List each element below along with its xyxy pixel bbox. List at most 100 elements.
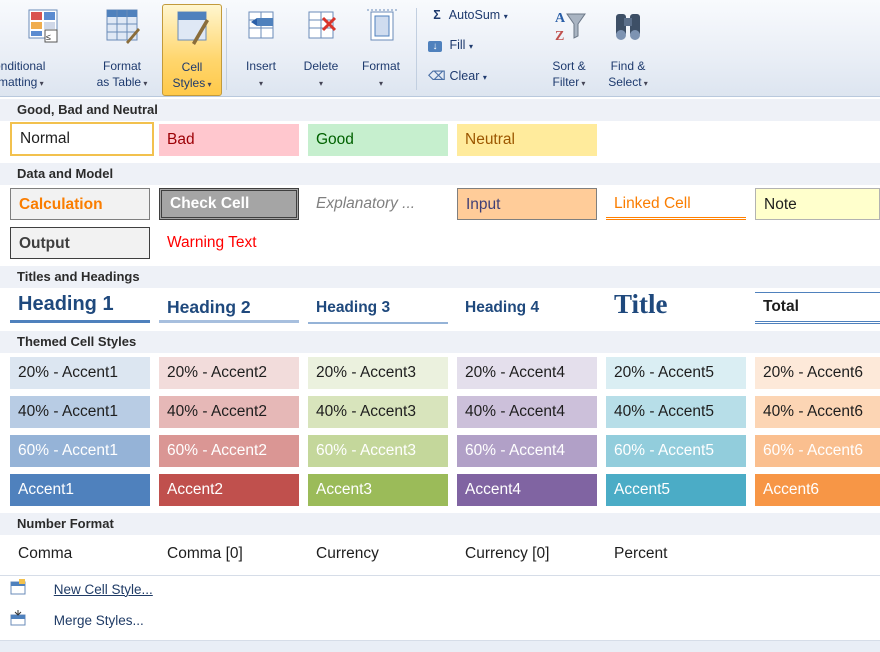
svg-text:≤: ≤ — [46, 32, 51, 42]
find-select-button[interactable]: Find & Select ▾ — [600, 4, 656, 94]
style-60-accent4[interactable]: 60% - Accent4 — [457, 435, 597, 467]
new-cell-style-icon — [10, 579, 26, 595]
merge-styles-label: Merge Styles... — [53, 612, 144, 628]
fill-button[interactable]: ↓ Fill ▾ — [428, 38, 473, 62]
ribbon-separator — [416, 8, 417, 90]
clear-button[interactable]: ⌫ Clear ▾ — [428, 68, 487, 92]
chevron-down-icon: ▾ — [378, 79, 383, 88]
chevron-down-icon: ▾ — [503, 12, 508, 21]
style-60-accent1[interactable]: 60% - Accent1 — [10, 435, 150, 467]
chevron-down-icon: ▾ — [141, 79, 148, 88]
section-header-themed-cell-styles: Themed Cell Styles — [0, 331, 880, 353]
style-accent6[interactable]: Accent6 — [755, 474, 880, 506]
style-calculation[interactable]: Calculation — [10, 188, 150, 220]
style-60-accent2[interactable]: 60% - Accent2 — [159, 435, 299, 467]
new-cell-style-menu-item[interactable]: New Cell Style... — [10, 579, 153, 607]
insert-cells-icon — [248, 11, 274, 39]
style-input[interactable]: Input — [457, 188, 597, 220]
style-bad[interactable]: Bad — [159, 124, 299, 156]
home-ribbon-styles-cells-editing: ≤ onditional rmatting ▾ Format as Table … — [0, 0, 880, 97]
svg-text:A: A — [555, 11, 566, 26]
style-accent4[interactable]: Accent4 — [457, 474, 597, 506]
style-heading-2[interactable]: Heading 2 — [159, 291, 299, 323]
sort-filter-icon: A Z — [555, 11, 586, 44]
style-comma[interactable]: Comma — [10, 538, 150, 570]
delete-cells-button[interactable]: Delete ▾ — [292, 4, 350, 94]
conditional-formatting-button[interactable]: ≤ onditional rmatting ▾ — [0, 4, 84, 94]
style-40-accent4[interactable]: 40% - Accent4 — [457, 396, 597, 428]
cell-styles-button[interactable]: Cell Styles ▾ — [162, 4, 222, 96]
style-60-accent6[interactable]: 60% - Accent6 — [755, 435, 880, 467]
section-header-number-format: Number Format — [0, 513, 880, 535]
style-normal[interactable]: Normal — [10, 122, 154, 156]
style-40-accent2[interactable]: 40% - Accent2 — [159, 396, 299, 428]
style-currency-0[interactable]: Currency [0] — [457, 538, 597, 570]
conditional-formatting-icon: ≤ — [28, 9, 58, 43]
style-60-accent5[interactable]: 60% - Accent5 — [606, 435, 746, 467]
chevron-down-icon: ▾ — [318, 79, 323, 88]
style-20-accent4[interactable]: 20% - Accent4 — [457, 357, 597, 389]
format-as-table-icon — [106, 9, 140, 44]
style-note[interactable]: Note — [755, 188, 880, 220]
style-heading-1[interactable]: Heading 1 — [10, 289, 150, 323]
gallery-bottom-edge — [0, 640, 880, 652]
style-total[interactable]: Total — [755, 292, 880, 324]
style-20-accent3[interactable]: 20% - Accent3 — [308, 357, 448, 389]
autosum-button[interactable]: Σ AutoSum ▾ — [428, 8, 508, 32]
section-header-data-model: Data and Model — [0, 163, 880, 185]
merge-styles-menu-item[interactable]: Merge Styles... — [10, 610, 144, 638]
fill-label: Fill — [449, 38, 466, 52]
style-heading-3[interactable]: Heading 3 — [308, 292, 448, 324]
style-20-accent6[interactable]: 20% - Accent6 — [755, 357, 880, 389]
style-title[interactable]: Title — [606, 286, 746, 322]
style-40-accent3[interactable]: 40% - Accent3 — [308, 396, 448, 428]
section-header-good-bad-neutral: Good, Bad and Neutral — [0, 99, 880, 121]
style-check-cell[interactable]: Check Cell — [159, 188, 299, 220]
ribbon-separator — [226, 8, 227, 90]
eraser-icon: ⌫ — [428, 69, 446, 83]
format-as-table-label: Format as Table — [96, 59, 142, 89]
style-20-accent2[interactable]: 20% - Accent2 — [159, 357, 299, 389]
style-warning-text[interactable]: Warning Text — [159, 227, 299, 259]
format-label: Format — [361, 59, 400, 73]
format-cells-icon — [367, 9, 397, 41]
style-40-accent6[interactable]: 40% - Accent6 — [755, 396, 880, 428]
insert-label: Insert — [245, 59, 276, 73]
sigma-icon: Σ — [433, 8, 441, 22]
style-currency[interactable]: Currency — [308, 538, 448, 570]
style-20-accent1[interactable]: 20% - Accent1 — [10, 357, 150, 389]
style-40-accent5[interactable]: 40% - Accent5 — [606, 396, 746, 428]
style-linked-cell[interactable]: Linked Cell — [606, 188, 746, 220]
chevron-down-icon: ▾ — [258, 79, 263, 88]
autosum-label: AutoSum — [448, 8, 501, 22]
clear-label: Clear — [449, 69, 480, 83]
cell-styles-icon — [177, 11, 209, 45]
style-heading-4[interactable]: Heading 4 — [457, 292, 597, 324]
chevron-down-icon: ▾ — [641, 79, 648, 88]
footer-divider — [0, 575, 880, 576]
style-explanatory[interactable]: Explanatory ... — [308, 188, 448, 220]
delete-cells-icon — [308, 11, 337, 39]
style-accent5[interactable]: Accent5 — [606, 474, 746, 506]
format-as-table-button[interactable]: Format as Table ▾ — [86, 4, 158, 94]
style-neutral[interactable]: Neutral — [457, 124, 597, 156]
style-accent2[interactable]: Accent2 — [159, 474, 299, 506]
style-60-accent3[interactable]: 60% - Accent3 — [308, 435, 448, 467]
delete-label: Delete — [303, 59, 339, 73]
style-20-accent5[interactable]: 20% - Accent5 — [606, 357, 746, 389]
sort-filter-button[interactable]: A Z Sort & Filter ▾ — [538, 4, 600, 94]
insert-cells-button[interactable]: Insert ▾ — [232, 4, 290, 94]
find-select-label: Find & Select — [608, 59, 646, 89]
chevron-down-icon: ▾ — [579, 79, 586, 88]
style-comma-0[interactable]: Comma [0] — [159, 538, 299, 570]
style-percent[interactable]: Percent — [606, 538, 746, 570]
chevron-down-icon: ▾ — [205, 80, 212, 89]
style-accent1[interactable]: Accent1 — [10, 474, 150, 506]
chevron-down-icon: ▾ — [37, 79, 44, 88]
svg-text:Z: Z — [555, 29, 564, 44]
style-accent3[interactable]: Accent3 — [308, 474, 448, 506]
style-good[interactable]: Good — [308, 124, 448, 156]
style-40-accent1[interactable]: 40% - Accent1 — [10, 396, 150, 428]
style-output[interactable]: Output — [10, 227, 150, 259]
format-cells-button[interactable]: Format ▾ — [352, 4, 410, 94]
